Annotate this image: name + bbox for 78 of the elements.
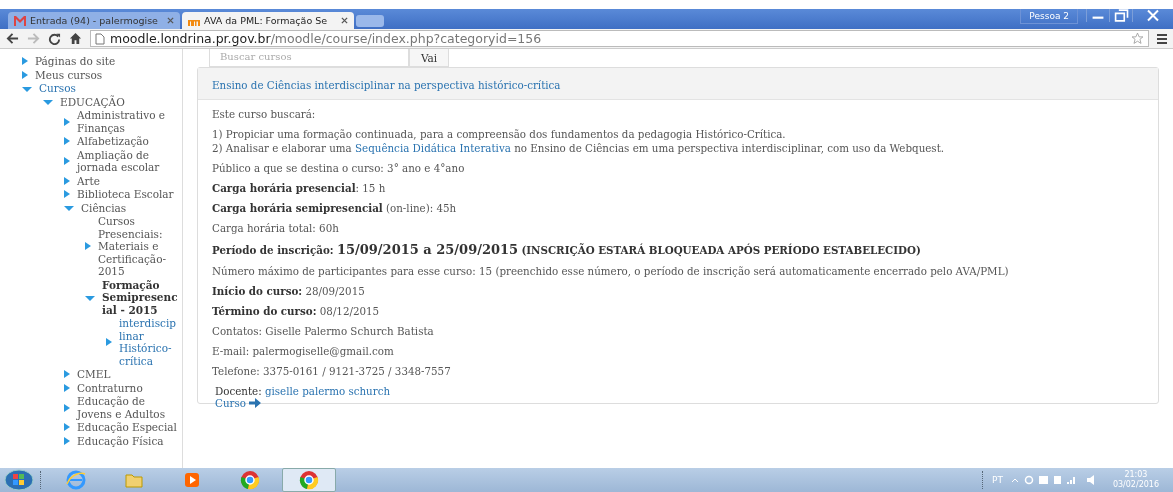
arrow-icon[interactable] <box>64 190 70 199</box>
arrow-icon[interactable] <box>22 57 28 66</box>
browser-e-icon <box>66 470 86 490</box>
paragraph: Contatos: Giselle Palermo Schurch Batista <box>212 325 435 337</box>
menu-icon[interactable] <box>1157 32 1167 45</box>
tree-item[interactable]: Meus cursos <box>35 68 103 81</box>
paragraph: Período de inscrição: 15/09/2015 a 25/09/2015 (INSCRIÇÃO ESTARÁ BLOQUEADA APÓS PERÍODO ESTABELECIDO) <box>212 242 922 257</box>
search-button[interactable]: Vai <box>409 49 449 67</box>
arrow-icon[interactable] <box>64 423 70 432</box>
arrow-icon[interactable] <box>85 242 91 251</box>
teacher-label: Docente: <box>215 385 262 397</box>
reload-icon[interactable] <box>48 32 61 45</box>
arrow-icon[interactable] <box>64 137 70 146</box>
paragraph: Carga horária semipresencial (on-line): 45h <box>212 202 458 214</box>
tree-item[interactable]: Educação Física <box>77 434 164 447</box>
paragraph: E-mail: palermogiselle@gmail.com <box>212 345 395 357</box>
paragraph: Este curso buscará: <box>212 108 317 120</box>
tree-item[interactable]: Arte <box>77 174 101 187</box>
tree-item[interactable]: Cursos <box>39 82 76 95</box>
browser-tab[interactable]: Entrada (94) - palermogise <box>8 12 180 29</box>
tree-item[interactable]: Alfabetização <box>77 135 149 148</box>
close-icon[interactable] <box>341 17 348 24</box>
tree-item[interactable]: Biblioteca Escolar <box>77 188 174 201</box>
chrome-icon <box>240 470 260 490</box>
tree-item[interactable]: Cursos Presenciais: Materiais e Certificação-2015 <box>98 215 178 278</box>
tree-item[interactable]: Educação Especial <box>77 421 177 434</box>
arrow-icon[interactable] <box>85 295 95 301</box>
arrow-icon[interactable] <box>64 157 70 165</box>
course-link[interactable]: Curso <box>212 397 261 409</box>
paragraph: Telefone: 3375-0161 / 9121-3725 / 3348-7557 <box>212 365 452 377</box>
paragraph: Carga horária total: 60h <box>212 222 340 234</box>
paragraph: Carga horária presencial: 15 h <box>212 182 387 194</box>
profile-button[interactable]: Pessoa 2 <box>1020 9 1078 24</box>
paragraph: 1) Propiciar uma formação continuada, para a compreensão dos fundamentos da pedagogia Histórico-Crítica. <box>212 128 787 140</box>
paragraph: Número máximo de participantes para esse curso: 15 (preenchido esse número, o período de inscrição será automaticamente encerrado pelo AVA/PML) <box>212 265 1010 277</box>
paragraph: Término do curso: 08/12/2015 <box>212 305 381 317</box>
mail-icon <box>14 15 26 26</box>
paragraph: Público a que se destina o curso: 3° ano e 4°ano <box>212 162 466 174</box>
close-icon[interactable] <box>167 17 174 24</box>
page-icon <box>95 32 105 45</box>
speaker-icon[interactable] <box>1084 474 1097 486</box>
arrow-icon[interactable] <box>106 338 112 346</box>
arrow-right-icon <box>248 398 261 408</box>
forward-icon[interactable] <box>27 32 40 45</box>
arrow-icon[interactable] <box>64 117 70 126</box>
arrow-icon[interactable] <box>64 176 70 185</box>
tree-item[interactable]: Formação Semipresencial - 2015 <box>102 278 178 316</box>
tree-item[interactable]: interdisciplinar Histórico-crítica <box>119 317 178 367</box>
arrow-icon[interactable] <box>64 403 70 412</box>
taskbar-app[interactable] <box>282 468 336 492</box>
arrow-icon[interactable] <box>64 383 70 392</box>
tree-item[interactable]: Contraturno <box>77 381 143 394</box>
tree-item[interactable]: Páginas do site <box>35 55 116 68</box>
arrow-icon[interactable] <box>22 70 28 79</box>
arrow-icon[interactable] <box>43 100 53 106</box>
tree-item[interactable]: Administrativo e Finanças <box>77 109 178 134</box>
arrow-icon[interactable] <box>22 86 32 92</box>
address-field[interactable]: moodle.londrina.pr.gov.br/moodle/course/index.php?categoryid=156 <box>90 30 1149 47</box>
tree-item[interactable]: Educação de Jovens e Adultos <box>77 395 178 420</box>
teacher-link[interactable]: giselle palermo schurch <box>264 385 391 397</box>
home-icon[interactable] <box>69 32 82 45</box>
tree-item[interactable]: Ampliação de jornada escolar <box>77 148 178 174</box>
tree-item[interactable]: Ciências <box>81 201 127 214</box>
chrome-icon <box>299 470 319 490</box>
tree-item[interactable]: EDUCAÇÃO <box>60 95 125 108</box>
arrow-icon[interactable] <box>64 370 70 379</box>
paragraph: Início do curso: 28/09/2015 <box>212 285 366 297</box>
text-link[interactable]: Sequência Didática Interativa <box>355 142 511 154</box>
paragraph: 2) Analisar e elaborar uma Sequência Didática Interativa no Ensino de Ciências em uma perspectiva interdisciplinar, com uso da Webquest. <box>212 142 946 154</box>
bookmark-star-icon[interactable] <box>1131 32 1144 45</box>
start-button[interactable] <box>4 469 34 491</box>
arrow-icon[interactable] <box>64 436 70 445</box>
tree-item[interactable]: CMEL <box>77 368 111 381</box>
media-player-icon <box>182 470 202 490</box>
arrow-icon[interactable] <box>64 206 74 212</box>
back-icon[interactable] <box>6 32 19 45</box>
course-title-link[interactable]: Ensino de Ciências interdisciplinar na perspectiva histórico-crítica <box>212 79 561 91</box>
browser-tab[interactable]: AVA da PML: Formação Se <box>182 12 354 29</box>
